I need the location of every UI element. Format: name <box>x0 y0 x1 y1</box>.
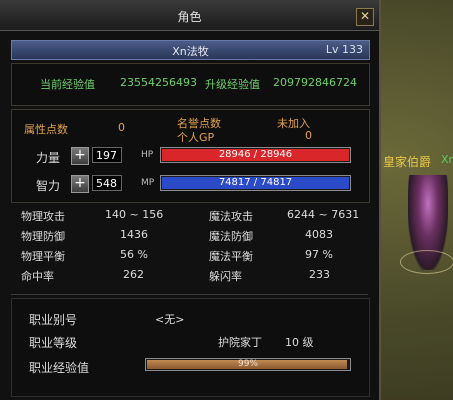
strength-label: 力量 <box>36 151 61 165</box>
character-level: Lv 133 <box>325 43 363 56</box>
exp-panel: 当前经验值 23554256493 升级经验值 209792846724 <box>11 63 370 106</box>
intelligence-value: 548 <box>92 175 122 191</box>
ground-ring <box>400 250 453 274</box>
stat-value: 262 <box>123 268 144 281</box>
stat-label: 命中率 <box>21 270 54 283</box>
job-panel: 职业别号 <无> 职业等级 护院家丁 10 级 职业经验值 99% <box>11 298 370 397</box>
stat-label: 物理平衡 <box>21 250 65 263</box>
hp-label: HP <box>141 150 154 160</box>
stat-value: 1436 <box>120 228 148 241</box>
player-name-cut: Xn <box>441 153 453 166</box>
stat-label: 躲闪率 <box>209 270 242 283</box>
npc-name-label: 皇家伯爵 <box>383 155 432 169</box>
attr-points-label: 属性点数 <box>24 123 68 136</box>
hp-value: 28946 / 28946 <box>218 149 293 160</box>
job-title-value: 护院家丁 <box>218 336 262 349</box>
title-bar[interactable]: 角色 ✕ <box>0 0 379 31</box>
gp-value: 0 <box>305 129 312 142</box>
add-intelligence-button[interactable]: + <box>71 175 89 193</box>
stat-label: 魔法攻击 <box>209 210 253 223</box>
job-level-value: 10 级 <box>285 336 314 349</box>
strength-value: 197 <box>92 147 122 163</box>
job-alias-value: <无> <box>155 313 185 326</box>
job-exp-value: 99% <box>237 359 258 369</box>
job-level-label: 职业等级 <box>29 336 78 350</box>
current-exp-label: 当前经验值 <box>40 78 95 91</box>
add-strength-button[interactable]: + <box>71 147 89 165</box>
intelligence-label: 智力 <box>36 179 61 193</box>
stat-label: 物理攻击 <box>21 210 65 223</box>
close-button[interactable]: ✕ <box>356 8 374 26</box>
stat-label: 魔法防御 <box>209 230 253 243</box>
stat-label: 魔法平衡 <box>209 250 253 263</box>
mp-label: MP <box>141 178 155 188</box>
hp-bar: 28946 / 28946 <box>160 147 351 163</box>
stat-value: 56 % <box>120 248 148 261</box>
next-exp-label: 升级经验值 <box>205 78 260 91</box>
current-exp-value: 23554256493 <box>120 76 197 89</box>
stat-value: 4083 <box>305 228 333 241</box>
stat-label: 物理防御 <box>21 230 65 243</box>
job-alias-label: 职业别号 <box>29 313 78 327</box>
job-exp-label: 职业经验值 <box>29 361 90 375</box>
stat-value: 140 ~ 156 <box>105 208 164 221</box>
mp-bar: 74817 / 74817 <box>160 175 351 191</box>
attr-points-value: 0 <box>118 121 125 134</box>
stat-value: 6244 ~ 7631 <box>287 208 360 221</box>
character-name: Xn法牧 <box>172 45 209 58</box>
divider <box>11 294 368 295</box>
character-window: 角色 ✕ Xn法牧 Lv 133 当前经验值 23554256493 升级经验值… <box>0 0 381 400</box>
character-name-bar: Xn法牧 Lv 133 <box>11 40 370 60</box>
window-title: 角色 <box>177 10 202 24</box>
plus-icon: + <box>74 147 86 163</box>
mp-value: 74817 / 74817 <box>218 177 293 188</box>
stat-value: 233 <box>309 268 330 281</box>
next-exp-value: 209792846724 <box>273 76 357 89</box>
job-exp-bar: 99% <box>145 358 351 371</box>
points-panel: 属性点数 0 名誉点数 未加入 个人GP 0 力量 + 197 HP 28946… <box>11 109 370 203</box>
close-icon: ✕ <box>359 9 371 23</box>
plus-icon: + <box>74 175 86 191</box>
gp-label: 个人GP <box>177 131 215 144</box>
combat-stats: 物理攻击 140 ~ 156 物理防御 1436 物理平衡 56 % 命中率 2… <box>11 204 368 289</box>
stat-value: 97 % <box>305 248 333 261</box>
